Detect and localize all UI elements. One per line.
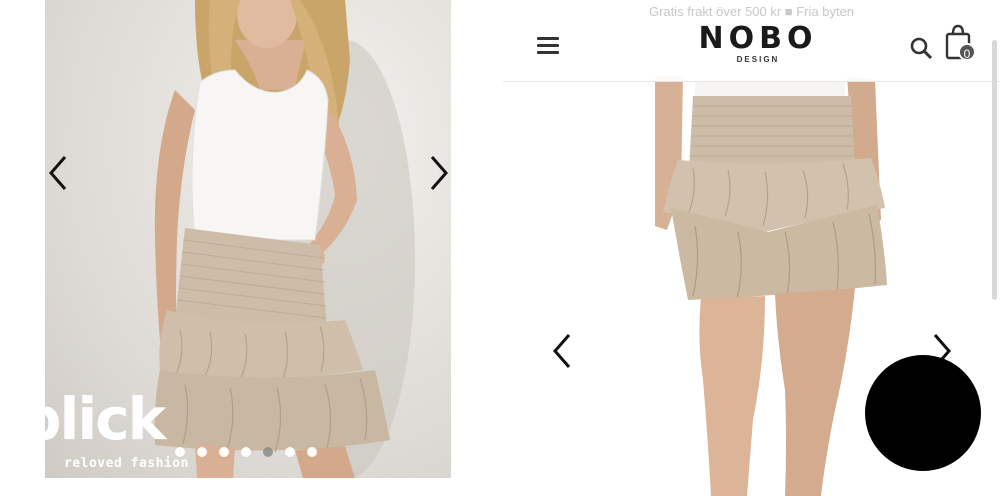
carousel-dot[interactable]: [241, 447, 251, 457]
watermark-tagline: reloved fashion: [64, 456, 189, 471]
cart-count-badge: 0: [958, 43, 976, 61]
brand-subtitle: DESIGN: [736, 55, 780, 64]
watermark-logo: plick: [20, 385, 166, 453]
carousel-dot[interactable]: [285, 447, 295, 457]
chevron-left-icon: [553, 334, 571, 368]
plick-watermark: plick reloved fashion: [18, 390, 198, 480]
promo-banner: Gratis frakt över 500 kr ■ Fria byten: [648, 4, 855, 19]
carousel-dot[interactable]: [219, 447, 229, 457]
carousel-prev-button[interactable]: [47, 155, 69, 191]
chevron-left-icon: [49, 156, 67, 190]
carousel-prev-button[interactable]: [551, 333, 573, 369]
carousel-dot[interactable]: [197, 447, 207, 457]
redaction-circle: [865, 355, 981, 471]
carousel-dot-active[interactable]: [263, 447, 273, 457]
search-icon[interactable]: [909, 36, 933, 65]
screen: plick reloved fashion Gratis frakt över …: [0, 0, 1000, 496]
brand-name: NOBO: [698, 21, 818, 56]
carousel-next-button[interactable]: [428, 155, 450, 191]
chevron-right-icon: [430, 156, 448, 190]
carousel-dot[interactable]: [307, 447, 317, 457]
scrollbar[interactable]: [992, 40, 997, 300]
brand-logo[interactable]: NOBO DESIGN: [653, 21, 863, 65]
right-store-page: Gratis frakt över 500 kr ■ Fria byten NO…: [503, 0, 1000, 496]
site-header: NOBO DESIGN 0: [503, 22, 1000, 82]
menu-icon[interactable]: [537, 37, 559, 55]
